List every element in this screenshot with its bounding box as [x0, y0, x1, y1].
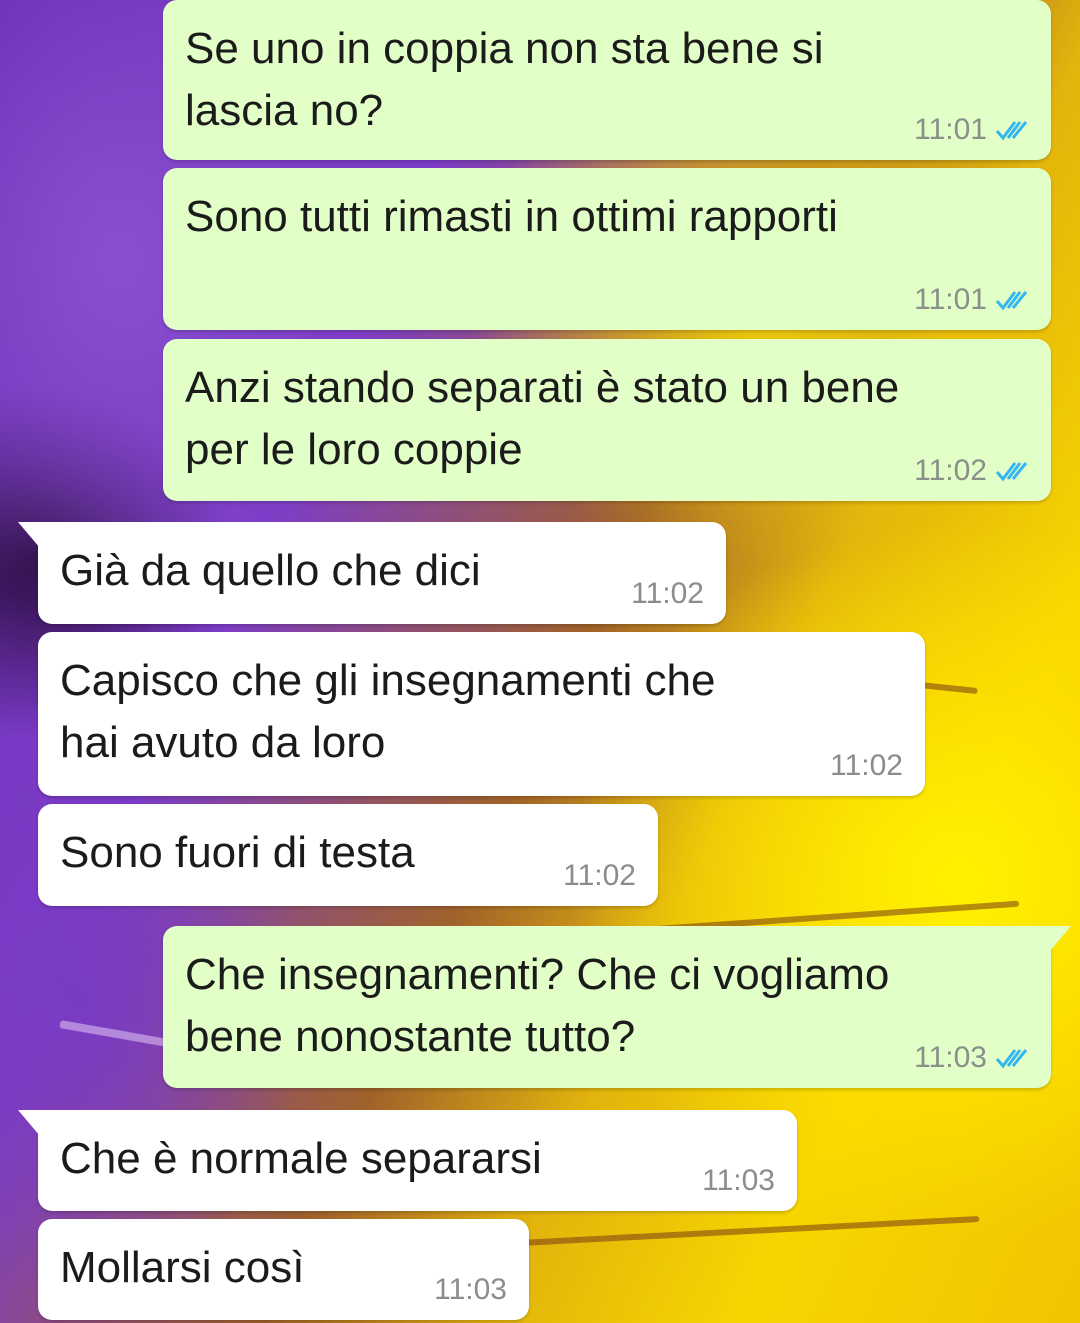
message-meta: 11:03: [914, 1040, 1029, 1076]
message-outgoing[interactable]: Anzi stando separati è stato un bene per…: [163, 339, 1051, 501]
message-text: Capisco che gli insegnamenti che hai avu…: [60, 656, 716, 767]
message-meta: 11:02: [830, 748, 903, 784]
message-meta: 11:02: [563, 858, 636, 894]
message-time: 11:02: [914, 454, 987, 487]
message-time: 11:01: [914, 283, 987, 316]
message-time: 11:02: [631, 577, 704, 610]
message-text: Già da quello che dici: [60, 546, 481, 595]
message-meta: 11:02: [914, 453, 1029, 489]
message-incoming[interactable]: Mollarsi così 11:03: [38, 1219, 529, 1320]
message-time: 11:03: [914, 1041, 987, 1074]
message-meta: 11:03: [702, 1163, 775, 1199]
message-outgoing[interactable]: Se uno in coppia non sta bene si lascia …: [163, 0, 1051, 160]
message-time: 11:03: [702, 1164, 775, 1197]
message-text: Sono tutti rimasti in ottimi rapporti: [185, 192, 838, 241]
message-text: Che insegnamenti? Che ci vogliamo bene n…: [185, 950, 890, 1061]
message-meta: 11:03: [434, 1272, 507, 1308]
double-check-icon: [995, 121, 1028, 141]
double-check-icon: [995, 291, 1028, 311]
message-meta: 11:01: [914, 112, 1029, 148]
message-incoming[interactable]: Già da quello che dici 11:02: [18, 522, 726, 624]
double-check-icon: [995, 1049, 1028, 1069]
message-outgoing[interactable]: Sono tutti rimasti in ottimi rapporti 11…: [163, 168, 1051, 330]
message-text: Anzi stando separati è stato un bene per…: [185, 363, 900, 474]
message-time: 11:01: [914, 113, 987, 146]
message-time: 11:03: [434, 1273, 507, 1306]
message-text: Se uno in coppia non sta bene si lascia …: [185, 24, 824, 135]
message-text: Sono fuori di testa: [60, 828, 415, 877]
message-time: 11:02: [563, 859, 636, 892]
message-meta: 11:02: [631, 576, 704, 612]
double-check-icon: [995, 462, 1028, 482]
message-outgoing[interactable]: Che insegnamenti? Che ci vogliamo bene n…: [163, 926, 1071, 1088]
message-incoming[interactable]: Sono fuori di testa 11:02: [38, 804, 658, 906]
message-incoming[interactable]: Che è normale separarsi 11:03: [18, 1110, 797, 1211]
message-time: 11:02: [830, 749, 903, 782]
message-incoming[interactable]: Capisco che gli insegnamenti che hai avu…: [38, 632, 925, 796]
message-text: Che è normale separarsi: [60, 1134, 542, 1183]
message-list[interactable]: Se uno in coppia non sta bene si lascia …: [0, 0, 1080, 1323]
message-meta: 11:01: [914, 282, 1029, 318]
